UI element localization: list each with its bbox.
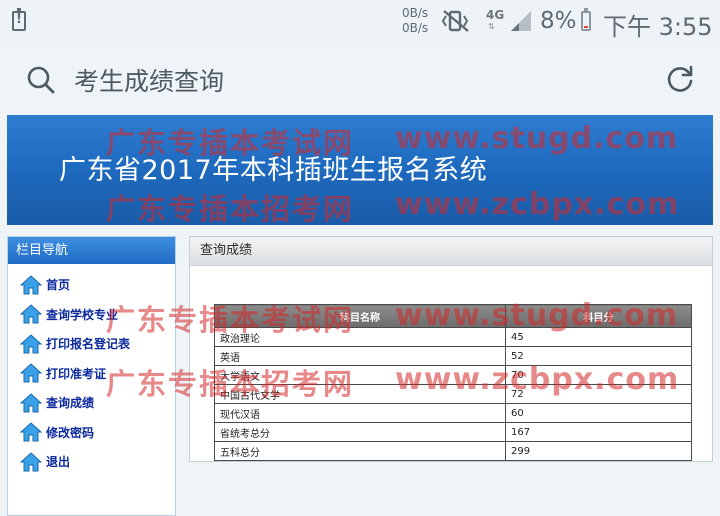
score-cell: 167 (505, 422, 692, 442)
subject-cell: 现代汉语 (214, 403, 506, 423)
table-row: 英语 52 (214, 346, 692, 366)
battery-icon (581, 8, 591, 31)
table-row: 政治理论 45 (214, 327, 692, 347)
sidebar-item-label: 修改密码 (46, 425, 95, 440)
data-arrows-icon: ⇅ (488, 22, 495, 31)
score-cell: 45 (505, 327, 692, 347)
home-icon (20, 452, 42, 472)
score-cell: 72 (505, 384, 692, 404)
home-icon (20, 422, 42, 442)
subject-cell: 省统考总分 (214, 422, 506, 442)
sidebar-item-print-admission-ticket[interactable]: 打印准考证 (8, 359, 175, 389)
net-speed-down: 0B/s (402, 21, 429, 35)
home-icon (20, 334, 42, 354)
subject-cell: 政治理论 (214, 327, 506, 347)
table-header-row: 科目名称 科目分 (214, 304, 692, 328)
column-header-subject: 科目名称 (214, 304, 506, 328)
app-header: 考生成绩查询 (0, 44, 720, 114)
battery-percent: 8% (540, 8, 577, 34)
home-icon (20, 393, 42, 413)
banner-title: 广东省2017年本科插班生报名系统 (59, 155, 488, 186)
net-speed-up: 0B/s (402, 6, 429, 20)
clock: 下午 3:55 (603, 13, 713, 41)
sidebar-item-label: 查询成绩 (46, 396, 95, 411)
sidebar-item-query-school-major[interactable]: 查询学校专业 (8, 300, 175, 330)
scores-panel: 查询成绩 科目名称 科目分 政治理论 45 英语 52 大学语文 70 中国古代… (189, 236, 713, 462)
subject-cell: 英语 (214, 346, 506, 366)
network-speed: 0B/s 0B/s (402, 6, 428, 36)
subject-cell: 大学语文 (214, 365, 506, 385)
score-cell: 70 (505, 365, 692, 385)
sidebar-item-query-scores[interactable]: 查询成绩 (8, 388, 175, 418)
page-title: 考生成绩查询 (74, 67, 225, 96)
table-row: 省统考总分 167 (214, 422, 692, 442)
sidebar-item-logout[interactable]: 退出 (8, 447, 175, 477)
table-row: 中国古代文学 72 (214, 384, 692, 404)
score-cell: 60 (505, 403, 692, 423)
battery-level-fill (584, 26, 588, 28)
search-icon[interactable] (26, 65, 56, 95)
subject-cell: 五科总分 (214, 441, 506, 461)
home-icon (20, 363, 42, 383)
score-cell: 299 (505, 441, 692, 461)
sidebar-title: 栏目导航 (8, 237, 175, 264)
home-icon (20, 304, 42, 324)
table-row: 五科总分 299 (214, 441, 692, 461)
banner: 广东省2017年本科插班生报名系统 (7, 115, 713, 225)
sidebar-item-home[interactable]: 首页 (8, 270, 175, 300)
sidebar-item-label: 查询学校专业 (46, 307, 119, 322)
sidebar-item-label: 首页 (46, 278, 71, 293)
home-icon (20, 275, 42, 295)
refresh-icon[interactable] (665, 64, 695, 94)
table-row: 现代汉语 60 (214, 403, 692, 423)
sidebar-item-label: 退出 (46, 455, 71, 470)
sidebar-nav: 栏目导航 首页 查询学校专业 打印报名登记表 打印准考证 查询成绩 修改密码 退… (7, 236, 176, 516)
sidebar-item-label: 打印报名登记表 (46, 337, 131, 352)
scores-table: 科目名称 科目分 政治理论 45 英语 52 大学语文 70 中国古代文学 72 (214, 304, 692, 461)
status-bar: 0B/s 0B/s 4G ⇅ 8% 下午 3:55 (0, 0, 720, 44)
column-header-score: 科目分 (505, 304, 692, 328)
sidebar-item-change-password[interactable]: 修改密码 (8, 418, 175, 448)
table-row: 大学语文 70 (214, 365, 692, 385)
battery-alert-icon (12, 8, 26, 31)
sidebar-item-label: 打印准考证 (46, 366, 107, 381)
network-type: 4G (486, 8, 505, 22)
mute-vibrate-icon (441, 10, 469, 32)
sidebar-menu: 首页 查询学校专业 打印报名登记表 打印准考证 查询成绩 修改密码 退出 (8, 264, 175, 477)
subject-cell: 中国古代文学 (214, 384, 506, 404)
signal-icon (511, 11, 531, 31)
score-cell: 52 (505, 346, 692, 366)
panel-title: 查询成绩 (190, 237, 712, 266)
sidebar-item-print-registration[interactable]: 打印报名登记表 (8, 329, 175, 359)
